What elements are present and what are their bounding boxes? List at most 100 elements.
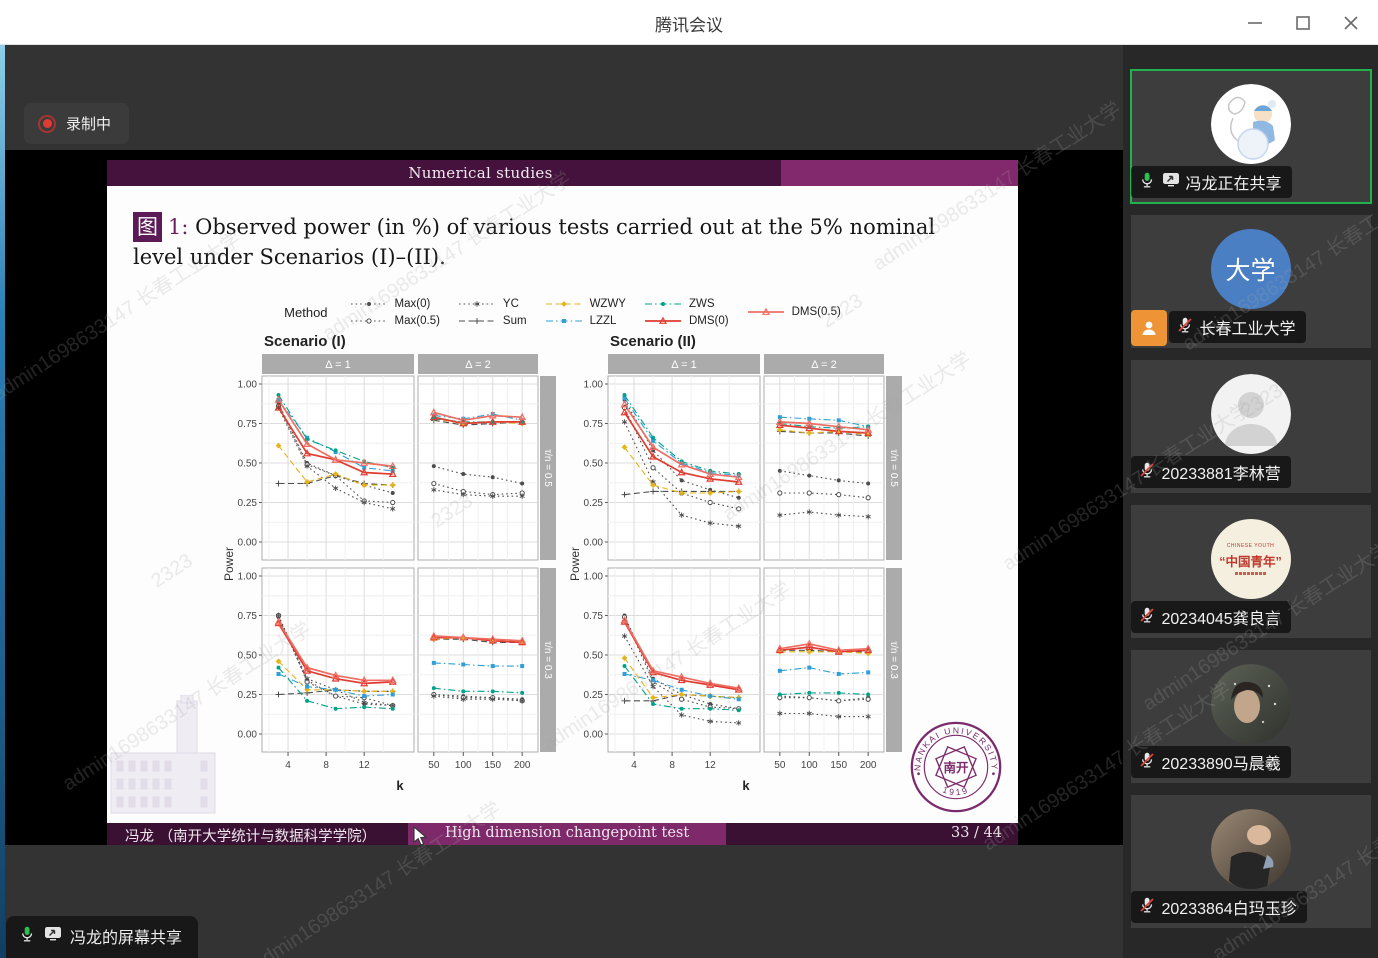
legend-sample-icon bbox=[456, 314, 498, 328]
svg-text:Power: Power bbox=[568, 547, 582, 581]
slide-section-title: Numerical studies bbox=[408, 164, 552, 182]
participant-tile-5[interactable]: 20233890马晨羲 bbox=[1131, 650, 1371, 783]
svg-text:k: k bbox=[396, 778, 404, 793]
share-banner-label: 冯龙的屏幕共享 bbox=[70, 924, 182, 948]
svg-text:4: 4 bbox=[285, 760, 291, 771]
legend-entry-dms-0-: DMS(0) bbox=[642, 314, 729, 328]
svg-text:0.50: 0.50 bbox=[237, 458, 257, 469]
legend-entry-label: YC bbox=[503, 298, 519, 310]
legend-column: YC Sum bbox=[456, 297, 527, 328]
host-badge-icon bbox=[1131, 310, 1167, 346]
chart-legend: Method Max(0)Max(0.5) YC Sum WZWY LZZL ZWS DMS… bbox=[107, 297, 1018, 328]
legend-entry-label: DMS(0) bbox=[689, 315, 729, 327]
participant-tile-4[interactable]: CHINESE YOUTH“中国青年”20234045龚良言 bbox=[1131, 505, 1371, 638]
legend-sample-icon bbox=[348, 297, 390, 311]
figure-label: 图 bbox=[133, 212, 162, 242]
svg-text:1919: 1919 bbox=[941, 785, 970, 798]
participant-name: 长春工业大学 bbox=[1200, 315, 1296, 339]
screen-share-banner: 冯龙的屏幕共享 bbox=[6, 916, 198, 958]
legend-sample-icon bbox=[348, 314, 390, 328]
shared-screen-stage: 录制中 Numerical studies 图1: Observed power… bbox=[0, 45, 1123, 958]
avatar: 大学 bbox=[1211, 229, 1291, 309]
svg-text:0.00: 0.00 bbox=[237, 537, 257, 548]
mic-on-icon bbox=[18, 925, 36, 948]
legend-sample-icon bbox=[543, 314, 585, 328]
legend-entry-zws: ZWS bbox=[642, 297, 729, 311]
legend-entry-label: Max(0) bbox=[395, 298, 431, 310]
svg-text:τ/n = 0.3: τ/n = 0.3 bbox=[888, 641, 899, 679]
legend-entry-sum: Sum bbox=[456, 314, 527, 328]
svg-text:0.50: 0.50 bbox=[237, 650, 257, 661]
recording-indicator: 录制中 bbox=[24, 103, 129, 144]
svg-text:200: 200 bbox=[859, 760, 876, 771]
university-seal: NANKAI UNIVERSITY 1919 南开 bbox=[908, 719, 1004, 815]
maximize-icon[interactable] bbox=[1286, 6, 1320, 40]
svg-text:50: 50 bbox=[428, 760, 440, 771]
legend-sample-icon bbox=[642, 314, 684, 328]
avatar-text: 大学 bbox=[1211, 229, 1291, 309]
svg-text:0.25: 0.25 bbox=[237, 498, 257, 509]
avatar bbox=[1211, 809, 1291, 889]
participant-tile-1[interactable]: 冯龙正在共享 bbox=[1131, 70, 1371, 203]
svg-text:0.00: 0.00 bbox=[583, 729, 603, 740]
legend-entry-label: DMS(0.5) bbox=[792, 306, 841, 318]
seal-year-text: 1919 bbox=[941, 785, 970, 798]
legend-title: Method bbox=[284, 305, 327, 320]
participant-tile-2[interactable]: 大学长春工业大学 bbox=[1131, 215, 1371, 348]
scenario-2-chart: Scenario (II)PowerΔ = 1Δ = 2τ/n = 0.50.0… bbox=[568, 330, 904, 798]
svg-text:Δ = 2: Δ = 2 bbox=[811, 359, 836, 371]
svg-text:0.50: 0.50 bbox=[583, 458, 603, 469]
legend-entry-label: ZWS bbox=[689, 298, 715, 310]
svg-text:Power: Power bbox=[222, 547, 236, 581]
footer-page-number: 33 / 44 bbox=[726, 823, 1018, 845]
avatar-silhouette bbox=[1211, 374, 1291, 454]
svg-text:0.25: 0.25 bbox=[583, 498, 603, 509]
presentation-slide: Numerical studies 图1: Observed power (in… bbox=[107, 160, 1018, 845]
legend-entry-label: LZZL bbox=[590, 315, 617, 327]
svg-text:8: 8 bbox=[323, 760, 329, 771]
screen-share-area: Numerical studies 图1: Observed power (in… bbox=[5, 150, 1123, 845]
svg-text:Δ = 1: Δ = 1 bbox=[671, 359, 696, 371]
minimize-icon[interactable] bbox=[1238, 6, 1272, 40]
slide-header-bar: Numerical studies bbox=[107, 160, 1018, 186]
main-area: 录制中 Numerical studies 图1: Observed power… bbox=[0, 45, 1378, 958]
svg-text:1.00: 1.00 bbox=[237, 571, 257, 582]
avatar-photo bbox=[1211, 664, 1291, 744]
participant-label: 冯龙正在共享 bbox=[1131, 166, 1292, 198]
screen-share-icon bbox=[1162, 172, 1180, 192]
svg-text:4: 4 bbox=[631, 760, 637, 771]
legend-entry-yc: YC bbox=[456, 297, 527, 311]
svg-text:50: 50 bbox=[774, 760, 786, 771]
svg-text:1.00: 1.00 bbox=[583, 379, 603, 390]
avatar bbox=[1211, 374, 1291, 454]
slide-header-accent bbox=[781, 160, 1018, 186]
scenario-1-chart: Scenario (I)PowerΔ = 1Δ = 2τ/n = 0.50.00… bbox=[222, 330, 558, 798]
svg-text:0.00: 0.00 bbox=[583, 537, 603, 548]
legend-entry-max-0-: Max(0) bbox=[348, 297, 440, 311]
svg-text:0.25: 0.25 bbox=[237, 690, 257, 701]
svg-text:0.75: 0.75 bbox=[237, 419, 257, 430]
building-photo bbox=[109, 695, 217, 815]
svg-text:12: 12 bbox=[704, 760, 716, 771]
participant-label: 20233890马晨羲 bbox=[1131, 746, 1291, 778]
mic-muted-icon bbox=[1138, 896, 1156, 919]
svg-text:τ/n = 0.3: τ/n = 0.3 bbox=[542, 641, 553, 679]
participant-sidebar: 冯龙正在共享大学长春工业大学20233881李林营CHINESE YOUTH“中… bbox=[1123, 45, 1378, 958]
legend-entry-dms-0-5-: DMS(0.5) bbox=[745, 305, 841, 319]
mic-on-icon bbox=[1138, 171, 1156, 194]
avatar-cartoon bbox=[1211, 84, 1291, 164]
participant-name: 20233890马晨羲 bbox=[1162, 750, 1281, 774]
svg-text:100: 100 bbox=[800, 760, 817, 771]
legend-sample-icon bbox=[642, 297, 684, 311]
participant-tile-3[interactable]: 20233881李林营 bbox=[1131, 360, 1371, 493]
legend-column: Max(0)Max(0.5) bbox=[348, 297, 440, 328]
legend-entry-label: WZWY bbox=[590, 298, 626, 310]
svg-text:τ/n = 0.5: τ/n = 0.5 bbox=[888, 449, 899, 487]
close-icon[interactable] bbox=[1334, 6, 1368, 40]
participant-name: 冯龙正在共享 bbox=[1186, 170, 1282, 194]
participant-tile-6[interactable]: 20233864白玛玉珍 bbox=[1131, 795, 1371, 928]
charts-container: Scenario (I)PowerΔ = 1Δ = 2τ/n = 0.50.00… bbox=[107, 330, 1018, 798]
mic-muted-icon bbox=[1176, 316, 1194, 339]
svg-text:150: 150 bbox=[830, 760, 847, 771]
footer-author: 冯龙 （南开大学统计与数据科学学院） bbox=[107, 823, 408, 845]
